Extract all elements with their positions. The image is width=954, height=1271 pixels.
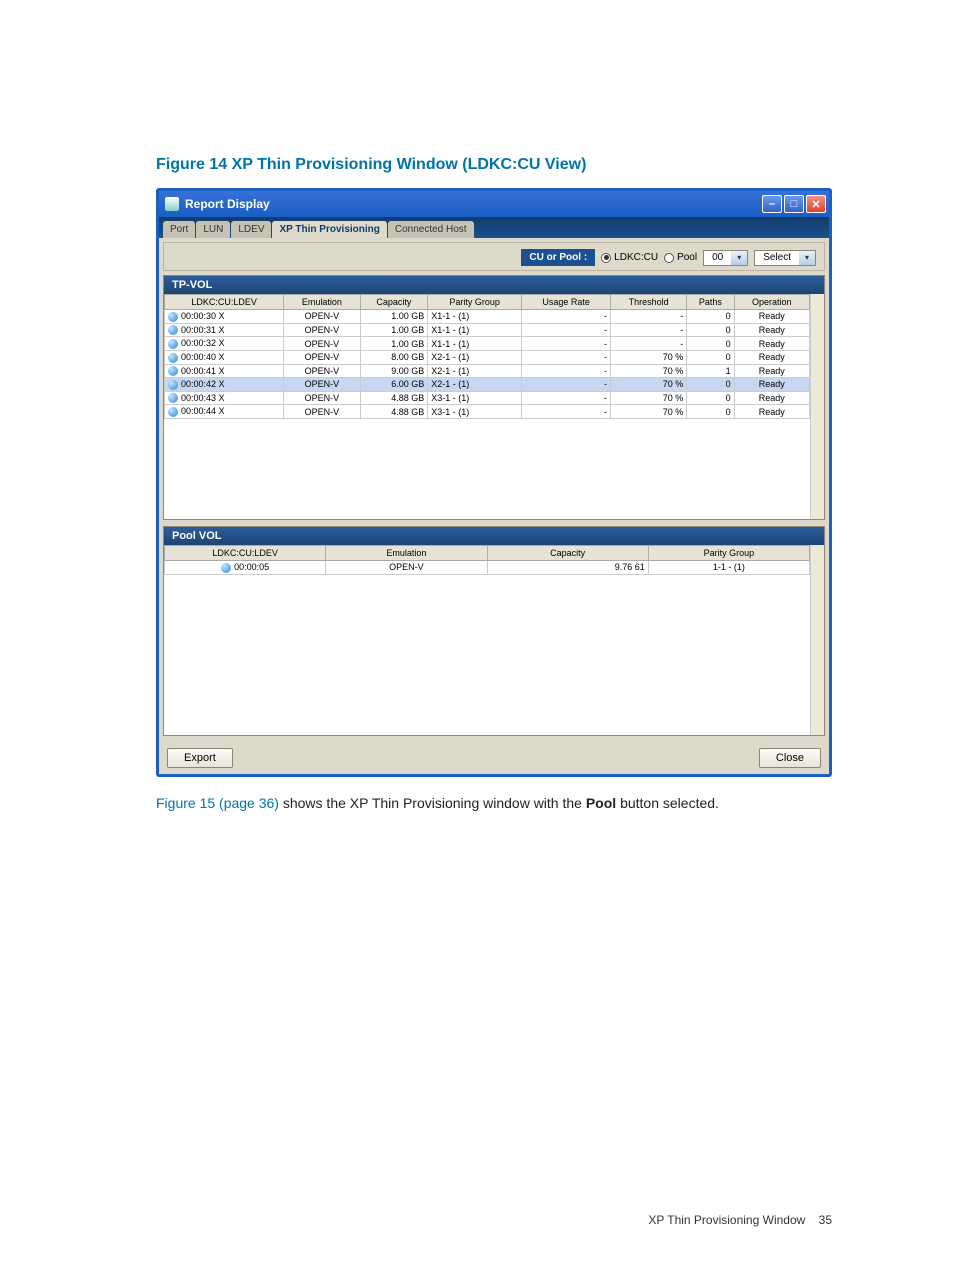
- select-dropdown[interactable]: Select ▾: [754, 250, 816, 266]
- tab-connected-host[interactable]: Connected Host: [388, 221, 474, 238]
- tpvol-scrollbar[interactable]: [810, 294, 824, 519]
- col-parity-group[interactable]: Parity Group: [428, 295, 522, 310]
- table-row[interactable]: 00:00:05OPEN-V9.76 611-1 - (1): [165, 561, 810, 575]
- volume-icon: [168, 353, 178, 363]
- col-operation[interactable]: Operation: [734, 295, 809, 310]
- radio-pool[interactable]: Pool: [664, 252, 697, 263]
- radio-dot-icon: [601, 253, 611, 263]
- table-row[interactable]: 00:00:44 XOPEN-V4.88 GBX3-1 - (1)-70 %0R…: [165, 405, 810, 419]
- select-dropdown-value: Select: [755, 252, 799, 263]
- figure-title: Figure 14 XP Thin Provisioning Window (L…: [156, 156, 832, 174]
- footer-page-number: 35: [819, 1213, 832, 1227]
- radio-ldkc-cu[interactable]: LDKC:CU: [601, 252, 658, 263]
- volume-icon: [168, 393, 178, 403]
- volume-icon: [168, 366, 178, 376]
- pool-col-emulation[interactable]: Emulation: [326, 546, 487, 561]
- table-row[interactable]: 00:00:40 XOPEN-V8.00 GBX2-1 - (1)-70 %0R…: [165, 350, 810, 364]
- footer-section-title: XP Thin Provisioning Window: [648, 1213, 805, 1227]
- col-capacity[interactable]: Capacity: [360, 295, 428, 310]
- tab-xp-thin-provisioning[interactable]: XP Thin Provisioning: [272, 221, 386, 238]
- app-icon: [165, 197, 179, 211]
- volume-icon: [168, 407, 178, 417]
- tpvol-table: LDKC:CU:LDEV Emulation Capacity Parity G…: [164, 294, 810, 419]
- tab-ldev[interactable]: LDEV: [231, 221, 271, 238]
- poolvol-title: Pool VOL: [164, 527, 824, 545]
- tab-port[interactable]: Port: [163, 221, 195, 238]
- filter-bar: CU or Pool : LDKC:CU Pool 00 ▾ Select ▾: [163, 242, 825, 271]
- col-usage-rate[interactable]: Usage Rate: [522, 295, 611, 310]
- pool-col-parity-group[interactable]: Parity Group: [648, 546, 809, 561]
- chevron-down-icon: ▾: [731, 251, 747, 265]
- radio-pool-label: Pool: [677, 252, 697, 263]
- poolvol-empty-area: [164, 575, 810, 735]
- close-window-button[interactable]: ✕: [806, 195, 826, 213]
- radio-ldkc-cu-label: LDKC:CU: [614, 252, 658, 263]
- poolvol-scrollbar[interactable]: [810, 545, 824, 735]
- chevron-down-icon: ▾: [799, 251, 815, 265]
- poolvol-panel: Pool VOL LDKC:CU:LDEV Emulation Capacity…: [163, 526, 825, 736]
- table-row[interactable]: 00:00:31 XOPEN-V1.00 GBX1-1 - (1)--0Read…: [165, 323, 810, 337]
- caption-mid: shows the XP Thin Provisioning window wi…: [279, 795, 586, 811]
- volume-icon: [221, 563, 231, 573]
- cu-dropdown-value: 00: [704, 252, 731, 263]
- page-footer: XP Thin Provisioning Window 35: [648, 1213, 832, 1227]
- cu-dropdown[interactable]: 00 ▾: [703, 250, 748, 266]
- radio-dot-icon: [664, 253, 674, 263]
- tpvol-title: TP-VOL: [164, 276, 824, 294]
- cu-or-pool-label: CU or Pool :: [521, 249, 595, 266]
- figure-15-link[interactable]: Figure 15 (page 36): [156, 795, 279, 811]
- export-button[interactable]: Export: [167, 748, 233, 768]
- table-row[interactable]: 00:00:43 XOPEN-V4.88 GBX3-1 - (1)-70 %0R…: [165, 391, 810, 405]
- tab-lun[interactable]: LUN: [196, 221, 230, 238]
- col-threshold[interactable]: Threshold: [611, 295, 687, 310]
- tab-bar: Port LUN LDEV XP Thin Provisioning Conne…: [159, 217, 829, 238]
- maximize-button[interactable]: □: [784, 195, 804, 213]
- tpvol-panel: TP-VOL LDKC:CU:LDEV Emulation Capacity P…: [163, 275, 825, 520]
- window-title: Report Display: [185, 197, 270, 211]
- col-paths[interactable]: Paths: [687, 295, 734, 310]
- table-row[interactable]: 00:00:42 XOPEN-V6.00 GBX2-1 - (1)-70 %0R…: [165, 378, 810, 392]
- close-button[interactable]: Close: [759, 748, 821, 768]
- volume-icon: [168, 312, 178, 322]
- volume-icon: [168, 325, 178, 335]
- minimize-button[interactable]: –: [762, 195, 782, 213]
- volume-icon: [168, 380, 178, 390]
- caption-end: button selected.: [616, 795, 719, 811]
- report-display-window: Report Display – □ ✕ Port LUN LDEV XP Th…: [156, 188, 832, 777]
- pool-col-ldev[interactable]: LDKC:CU:LDEV: [165, 546, 326, 561]
- table-row[interactable]: 00:00:32 XOPEN-V1.00 GBX1-1 - (1)--0Read…: [165, 337, 810, 351]
- poolvol-table: LDKC:CU:LDEV Emulation Capacity Parity G…: [164, 545, 810, 575]
- table-row[interactable]: 00:00:41 XOPEN-V9.00 GBX2-1 - (1)-70 %1R…: [165, 364, 810, 378]
- caption-bold: Pool: [586, 795, 616, 811]
- pool-col-capacity[interactable]: Capacity: [487, 546, 648, 561]
- col-emulation[interactable]: Emulation: [284, 295, 360, 310]
- titlebar: Report Display – □ ✕: [159, 191, 829, 217]
- col-ldev[interactable]: LDKC:CU:LDEV: [165, 295, 284, 310]
- tpvol-empty-area: [164, 419, 810, 519]
- table-row[interactable]: 00:00:30 XOPEN-V1.00 GBX1-1 - (1)--0Read…: [165, 310, 810, 324]
- caption-text: Figure 15 (page 36) shows the XP Thin Pr…: [156, 793, 832, 814]
- volume-icon: [168, 339, 178, 349]
